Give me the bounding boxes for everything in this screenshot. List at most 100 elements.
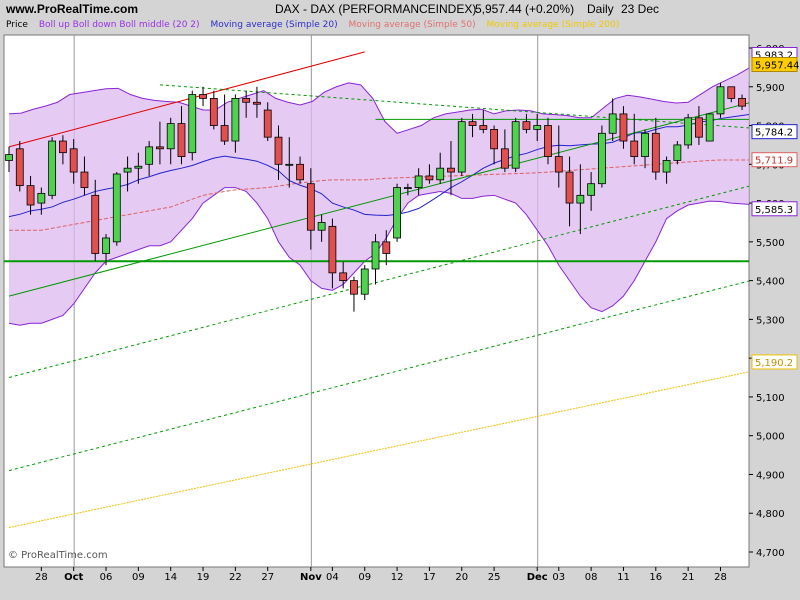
candle (69, 148, 78, 173)
x-tick-label: 21 (682, 572, 695, 583)
candle (727, 86, 736, 99)
candle (382, 241, 391, 254)
indicator-legend: Price Boll up Boll down Boll middle (20 … (6, 20, 627, 30)
x-tick-label: 19 (197, 572, 210, 583)
legend-price: Price (6, 20, 28, 30)
candle (738, 98, 746, 107)
candlestick-chart[interactable]: 4,7004,8004,9005,0005,1005,2005,3005,400… (0, 0, 800, 600)
candle (393, 187, 401, 239)
candle (436, 167, 445, 181)
candle (565, 171, 574, 204)
candle (274, 136, 283, 165)
candle (80, 171, 89, 188)
candle (59, 140, 67, 154)
candle (48, 140, 57, 196)
y-tick-label: 5,100 (756, 393, 785, 404)
y-tick-label: 5,000 (756, 432, 785, 443)
candle (26, 185, 35, 206)
candle (414, 175, 423, 188)
candle (511, 121, 520, 169)
candle (231, 98, 240, 142)
candle (684, 117, 693, 146)
candle (662, 160, 671, 173)
candle (328, 225, 337, 274)
candle (166, 123, 175, 150)
candle (522, 121, 531, 130)
legend-ma200[interactable]: Moving average (Simple 200) (487, 20, 620, 30)
x-tick-label: 28 (714, 572, 727, 583)
site-title[interactable]: www.ProRealTime.com (6, 2, 138, 16)
legend-ma50[interactable]: Moving average (Simple 50) (348, 20, 475, 30)
candle (608, 113, 617, 134)
x-tick-label: 03 (552, 572, 565, 583)
candle (102, 237, 110, 254)
y-tick-label: 5,900 (756, 83, 785, 94)
candle (145, 146, 154, 165)
candle (253, 101, 261, 105)
candle (598, 132, 606, 185)
candle (371, 241, 380, 270)
x-tick-label: 28 (35, 572, 48, 583)
x-tick-label: Dec (527, 572, 548, 583)
right-value-label: 5,711.9 (755, 156, 793, 167)
candle (360, 268, 369, 295)
x-tick-label: Oct (64, 572, 83, 583)
candle (263, 109, 272, 138)
candle (630, 140, 639, 157)
x-tick-label: 11 (617, 572, 630, 583)
candle (619, 113, 628, 142)
candle (242, 98, 251, 103)
candle (695, 117, 703, 138)
x-tick-label: 22 (229, 572, 242, 583)
candle (177, 123, 186, 157)
right-value-label: 5,784.2 (755, 128, 793, 139)
candle (209, 98, 218, 126)
instrument-name: DAX - DAX (PERFORMANCEINDEX) (275, 2, 477, 16)
candle (15, 148, 24, 187)
candle (651, 132, 660, 173)
x-tick-label: 09 (358, 572, 371, 583)
legend-ma20[interactable]: Moving average (Simple 20) (210, 20, 337, 30)
right-value-label: 5,585.3 (755, 205, 793, 216)
candle (490, 129, 499, 150)
right-value-label: 5,957.44 (755, 61, 800, 72)
candle (220, 125, 229, 142)
x-tick-label: 25 (488, 572, 501, 583)
candle (350, 280, 358, 295)
candle (339, 272, 348, 282)
candle (296, 163, 304, 181)
y-tick-label: 5,300 (756, 315, 785, 326)
candle (37, 192, 46, 204)
candle (544, 125, 552, 157)
period-label: Daily (587, 2, 614, 16)
x-tick-label: 16 (649, 572, 662, 583)
y-tick-label: 4,900 (756, 470, 785, 481)
right-value-label: 5,190.2 (755, 358, 793, 369)
legend-bollinger[interactable]: Boll up Boll down Boll middle (20 2) (39, 20, 200, 30)
x-tick-label: 14 (164, 572, 177, 583)
candle (403, 187, 412, 189)
x-tick-label: 27 (261, 572, 274, 583)
candle (188, 94, 197, 154)
candle (285, 163, 294, 166)
candle (705, 113, 714, 142)
header-date: 23 Dec (621, 2, 660, 16)
candle (673, 144, 682, 161)
y-tick-label: 4,800 (756, 509, 785, 520)
candle (457, 121, 466, 173)
candle (123, 167, 132, 173)
x-tick-label: 06 (100, 572, 113, 583)
candle (156, 146, 164, 150)
x-tick-label: 09 (132, 572, 145, 583)
candle (112, 173, 121, 243)
candle (91, 194, 100, 254)
x-tick-label: 12 (391, 572, 404, 583)
candle (425, 175, 434, 181)
x-tick-label: 04 (326, 572, 339, 583)
x-tick-label: 20 (455, 572, 468, 583)
watermark: © ProRealTime.com (8, 550, 108, 561)
candle (447, 167, 455, 173)
candle (479, 125, 488, 130)
candle (500, 148, 509, 169)
x-tick-label: Nov (300, 572, 322, 583)
